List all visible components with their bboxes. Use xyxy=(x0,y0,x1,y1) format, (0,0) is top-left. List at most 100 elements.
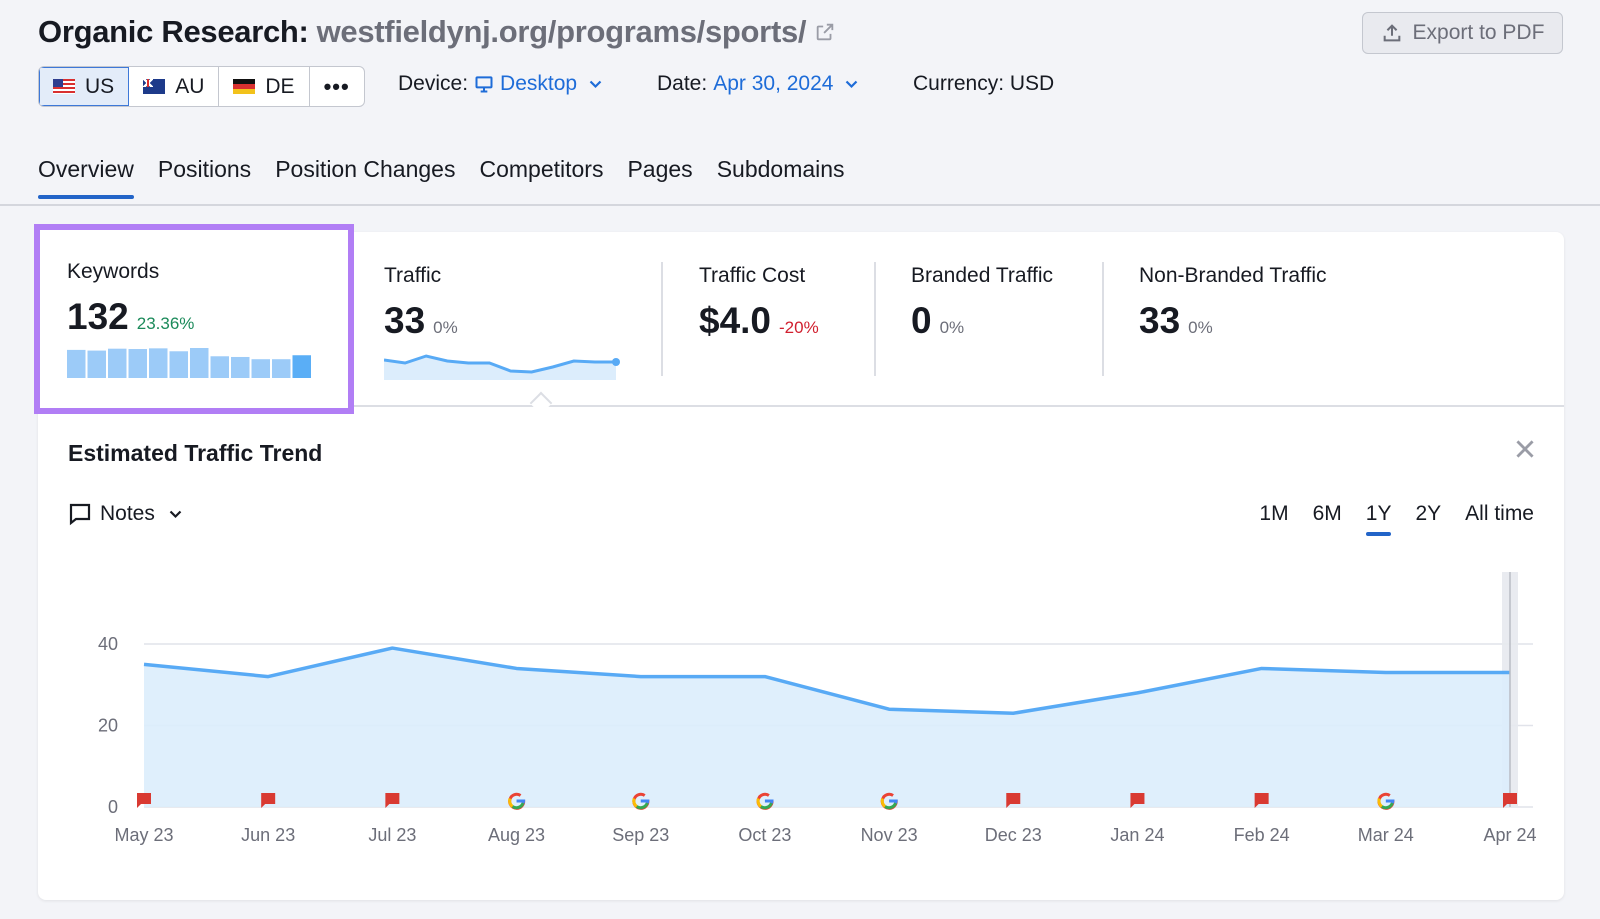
date-filter: Date: Apr 30, 2024 xyxy=(657,72,858,96)
export-label: Export to PDF xyxy=(1412,21,1545,44)
db-au-button[interactable]: AU xyxy=(129,67,220,106)
us-flag-icon xyxy=(53,79,75,94)
trend-title: Estimated Traffic Trend xyxy=(68,440,323,466)
device-value: Desktop xyxy=(500,72,578,95)
range-all-time[interactable]: All time xyxy=(1465,502,1534,526)
keywords-trend-bar xyxy=(210,356,229,378)
range-selector: 1M 6M 1Y 2Y All time xyxy=(1259,502,1534,536)
de-flag-icon xyxy=(233,79,256,94)
date-value: Apr 30, 2024 xyxy=(713,72,834,95)
metric-keywords: Keywords 132 23.36% xyxy=(67,260,311,383)
y-tick-label: 40 xyxy=(98,634,118,654)
currency-text: Currency: USD xyxy=(913,72,1055,95)
metric-value: 132 xyxy=(67,296,129,337)
metric-traffic-cost[interactable]: Traffic Cost $4.0 -20% xyxy=(699,264,819,342)
more-icon: ••• xyxy=(323,73,350,99)
keywords-bar-sparkline xyxy=(67,348,311,378)
selected-metric-caret xyxy=(529,391,553,415)
tab-subdomains[interactable]: Subdomains xyxy=(717,156,845,197)
metric-label: Branded Traffic xyxy=(911,264,1054,287)
x-tick-label: Feb 24 xyxy=(1234,825,1290,845)
tab-positions[interactable]: Positions xyxy=(158,156,251,197)
tab-competitors[interactable]: Competitors xyxy=(479,156,603,197)
chevron-down-icon xyxy=(846,80,858,88)
metric-label: Traffic Cost xyxy=(699,264,806,287)
device-label: Device: xyxy=(398,72,469,95)
metric-change: 0% xyxy=(939,318,965,337)
db-de-button[interactable]: DE xyxy=(219,67,310,106)
more-databases-button[interactable]: ••• xyxy=(310,67,364,106)
tab-overview[interactable]: Overview xyxy=(38,156,134,199)
range-1y[interactable]: 1Y xyxy=(1365,502,1391,536)
tab-pages[interactable]: Pages xyxy=(627,156,692,197)
db-code: US xyxy=(85,74,115,98)
metric-change: 0% xyxy=(1188,318,1213,337)
range-2y[interactable]: 2Y xyxy=(1415,502,1441,526)
keywords-trend-bar xyxy=(169,351,188,378)
metric-non-branded-traffic[interactable]: Non-Branded Traffic 33 0% xyxy=(1139,264,1327,342)
x-tick-label: Jul 23 xyxy=(368,825,416,845)
notes-dropdown[interactable]: Notes xyxy=(68,502,182,526)
close-icon[interactable] xyxy=(1512,436,1538,462)
keywords-trend-bar xyxy=(251,359,270,378)
title-domain: westfieldynj.org/programs/sports/ xyxy=(316,14,807,49)
au-flag-icon xyxy=(143,79,166,94)
keywords-trend-bar xyxy=(149,348,168,378)
desktop-icon xyxy=(475,76,493,93)
upload-icon xyxy=(1383,24,1400,42)
database-selector: US AU DE ••• xyxy=(38,66,365,107)
y-tick-label: 20 xyxy=(98,716,118,736)
range-1m[interactable]: 1M xyxy=(1259,502,1288,526)
keywords-metric-highlight[interactable]: Keywords 132 23.36% xyxy=(34,224,354,414)
keywords-trend-bar xyxy=(67,349,86,378)
x-tick-label: Dec 23 xyxy=(985,825,1042,845)
metric-change: 0% xyxy=(433,318,458,337)
title-label: Organic Research: xyxy=(38,14,309,49)
export-pdf-button[interactable]: Export to PDF xyxy=(1362,12,1563,54)
metric-change: -20% xyxy=(779,318,819,337)
x-tick-label: May 23 xyxy=(114,825,173,845)
date-label: Date: xyxy=(657,72,708,95)
metric-value: 33 xyxy=(1139,300,1181,341)
range-6m[interactable]: 6M xyxy=(1313,502,1342,526)
chevron-down-icon xyxy=(589,80,602,88)
x-tick-label: Aug 23 xyxy=(488,825,545,845)
x-tick-label: Oct 23 xyxy=(738,825,791,845)
traffic-trend-chart: 0 20 40 May 23 Jun 23 Jul 23 Aug 23 Sep 23 Oct 2… xyxy=(98,572,1537,845)
x-tick-label: Mar 24 xyxy=(1358,825,1414,845)
chevron-down-icon xyxy=(169,510,182,518)
metric-value: 0 xyxy=(911,300,932,341)
metric-branded-traffic[interactable]: Branded Traffic 0 0% xyxy=(911,264,1053,342)
metric-divider xyxy=(874,262,876,376)
metric-change: 23.36% xyxy=(136,314,195,333)
tabs-divider xyxy=(0,204,1600,206)
x-tick-label: Apr 24 xyxy=(1483,825,1536,845)
metric-value: $4.0 xyxy=(699,300,772,341)
external-link-icon[interactable] xyxy=(814,21,836,43)
metric-value: 33 xyxy=(384,300,426,341)
keywords-trend-bar xyxy=(292,355,311,378)
traffic-area xyxy=(144,648,1510,807)
metric-label: Traffic xyxy=(384,264,442,287)
metric-divider xyxy=(1102,262,1104,376)
device-filter: Device: Desktop xyxy=(398,72,602,96)
db-code: AU xyxy=(175,74,205,98)
x-tick-label: Nov 23 xyxy=(861,825,918,845)
metric-label: Non-Branded Traffic xyxy=(1139,264,1327,287)
date-dropdown[interactable]: Apr 30, 2024 xyxy=(713,72,858,96)
db-code: DE xyxy=(265,74,295,98)
metric-label: Keywords xyxy=(67,260,160,283)
y-tick-label: 0 xyxy=(108,797,118,817)
x-tick-label: Jun 23 xyxy=(241,825,295,845)
tab-position-changes[interactable]: Position Changes xyxy=(275,156,455,197)
page-title: Organic Research: westfieldynj.org/progr… xyxy=(38,14,836,50)
db-us-button[interactable]: US xyxy=(39,67,130,106)
metric-divider xyxy=(661,262,663,376)
metric-traffic[interactable]: Traffic 33 0% xyxy=(383,264,624,385)
device-dropdown[interactable]: Desktop xyxy=(474,72,602,96)
keywords-trend-bar xyxy=(272,359,291,378)
tab-bar: Overview Positions Position Changes Comp… xyxy=(38,156,845,199)
keywords-trend-bar xyxy=(128,349,147,378)
traffic-sparkline xyxy=(383,354,620,380)
notes-label: Notes xyxy=(100,502,155,525)
